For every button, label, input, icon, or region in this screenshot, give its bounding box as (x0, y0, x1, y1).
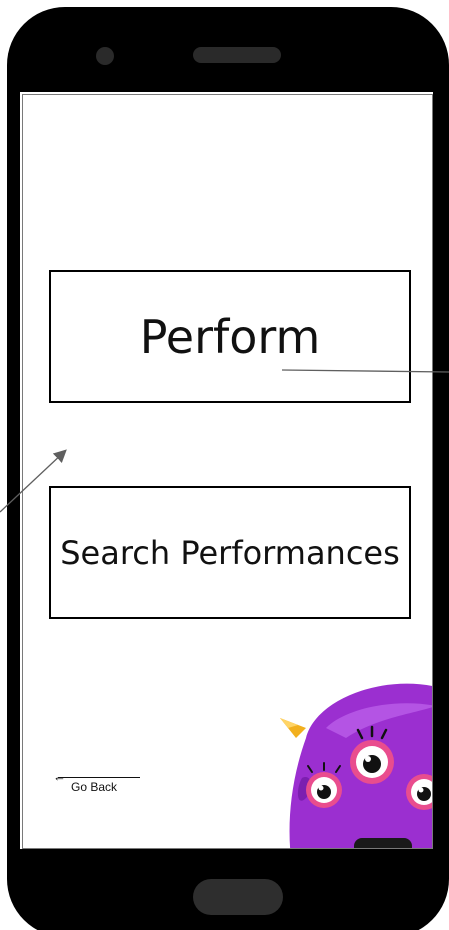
perform-button[interactable]: Perform (49, 270, 411, 403)
camera-icon (96, 47, 114, 65)
mascot-eye-middle (350, 740, 394, 784)
go-back-underline (58, 777, 140, 778)
mascot-mouth (354, 838, 412, 849)
purple-monster-mascot-icon (280, 683, 433, 849)
speaker-grille (193, 47, 281, 63)
app-mockup: Perform Search Performances ← Go Back (0, 0, 449, 930)
search-performances-button[interactable]: Search Performances (49, 486, 411, 619)
mascot-eye-left (306, 772, 342, 808)
phone-screen: Perform Search Performances ← Go Back (20, 92, 433, 849)
go-back-link[interactable]: ← Go Back (53, 770, 140, 794)
home-button[interactable] (193, 879, 283, 915)
